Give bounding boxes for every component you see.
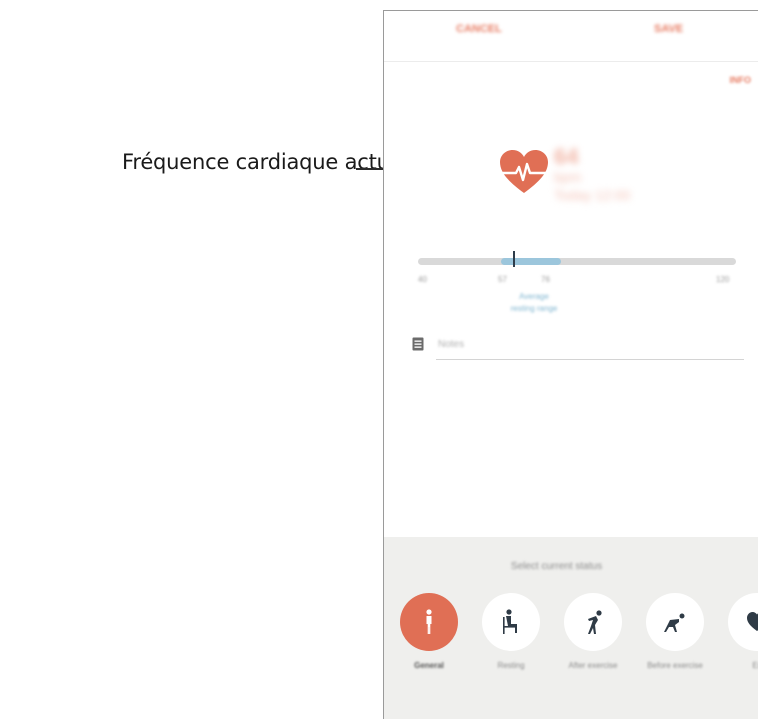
average-range-caption: Average resting range	[504, 291, 564, 315]
status-general[interactable]: General	[396, 593, 462, 671]
phone-screen: CANCEL SAVE INFO 64 bpm Today 12:00 40 5…	[383, 10, 758, 719]
sitting-person-icon	[503, 609, 517, 634]
status-resting-label: Resting	[497, 661, 525, 670]
gauge-low-label: 57	[498, 275, 507, 284]
gauge-min-label: 40	[418, 275, 427, 284]
heart-rate-icon	[500, 150, 548, 193]
heart-partial-icon	[747, 612, 758, 631]
status-after-exercise-circle	[564, 593, 622, 651]
memo-input[interactable]: Notes	[436, 337, 744, 360]
heart-rate-reading: 64 bpm Today 12:00	[554, 146, 664, 206]
save-button[interactable]: SAVE	[654, 23, 683, 35]
heart-rate-value: 64	[554, 144, 579, 169]
reading-time: Today 12:00	[554, 187, 631, 203]
standing-person-icon	[426, 609, 432, 634]
status-after-exercise[interactable]: After exercise	[560, 593, 626, 671]
memo-icon	[412, 337, 424, 351]
status-general-circle	[400, 593, 458, 651]
average-range-fill	[500, 258, 562, 265]
info-button[interactable]: INFO	[730, 75, 752, 85]
average-caption-line1: Average	[519, 292, 549, 301]
stretching-person-icon	[664, 613, 685, 632]
status-panel-title: Select current status	[510, 561, 603, 572]
status-before-exercise-label: Before exercise	[647, 661, 703, 670]
gauge-max-label: 120	[716, 275, 730, 284]
heart-rate-unit: bpm	[554, 169, 582, 185]
status-before-exercise[interactable]: Before exercise	[642, 593, 708, 671]
status-general-label: General	[414, 661, 444, 670]
bent-over-person-icon	[588, 610, 602, 634]
status-exercise-circle	[728, 593, 758, 651]
status-resting-circle	[482, 593, 540, 651]
average-caption-line2: resting range	[510, 304, 558, 313]
current-value-marker	[513, 251, 516, 267]
callout-label: Fréquence cardiaque actuelle	[122, 150, 427, 174]
cancel-button[interactable]: CANCEL	[456, 23, 502, 35]
heart-rate-gauge-track	[418, 258, 736, 265]
status-exercise-partial[interactable]: Ex	[724, 593, 758, 671]
status-after-exercise-label: After exercise	[568, 661, 618, 670]
action-bar: CANCEL SAVE	[384, 11, 758, 62]
status-resting[interactable]: Resting	[478, 593, 544, 671]
status-exercise-label: Ex	[752, 661, 758, 670]
memo-placeholder: Notes	[438, 339, 465, 350]
gauge-high-label: 76	[541, 275, 550, 284]
status-before-exercise-circle	[646, 593, 704, 651]
